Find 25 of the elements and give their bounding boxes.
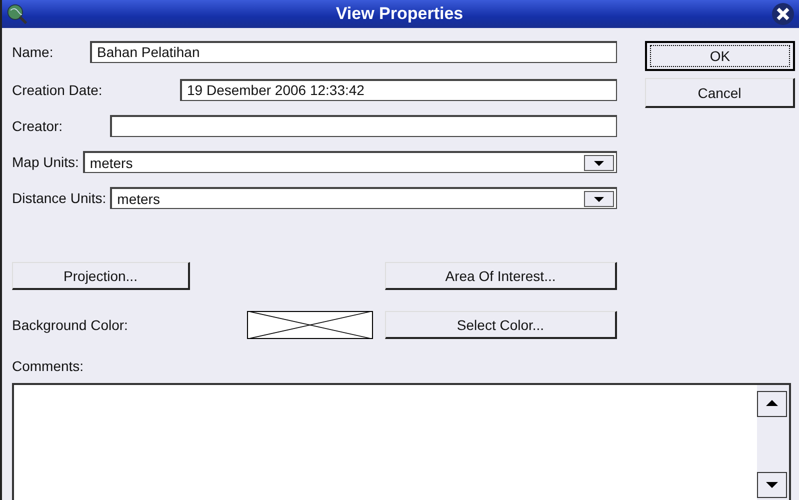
- field-label: Distance Units:: [12, 190, 106, 206]
- field-label: Map Units:: [12, 154, 79, 170]
- projection-button[interactable]: Projection...: [12, 262, 190, 290]
- scroll-up-icon[interactable]: [757, 391, 787, 417]
- field-label: Creator:: [12, 118, 64, 134]
- text-field[interactable]: 19 Desember 2006 12:33:42: [180, 79, 617, 101]
- text-field[interactable]: Bahan Pelatihan: [90, 41, 617, 63]
- comments-field[interactable]: [12, 383, 791, 500]
- field-label: Name:: [12, 44, 54, 60]
- globe-magnifier-icon: [6, 3, 28, 25]
- scroll-bar[interactable]: [757, 385, 789, 500]
- color-swatch[interactable]: [247, 311, 373, 339]
- field-label: Creation Date:: [12, 82, 104, 98]
- close-icon[interactable]: [771, 2, 795, 26]
- scroll-down-icon[interactable]: [757, 472, 787, 498]
- dialog-button[interactable]: Cancel: [645, 78, 795, 108]
- text-field[interactable]: [110, 115, 617, 137]
- field-label: Background Color:: [12, 317, 129, 333]
- select-color-button[interactable]: Select Color...: [385, 311, 617, 339]
- area-of-interest-button[interactable]: Area Of Interest...: [385, 262, 617, 290]
- dialog-button[interactable]: OK: [645, 41, 795, 71]
- comments-label: Comments:: [12, 358, 84, 374]
- dropdown[interactable]: meters: [110, 187, 617, 209]
- window-title: View Properties: [334, 4, 464, 24]
- dropdown[interactable]: meters: [82, 151, 617, 173]
